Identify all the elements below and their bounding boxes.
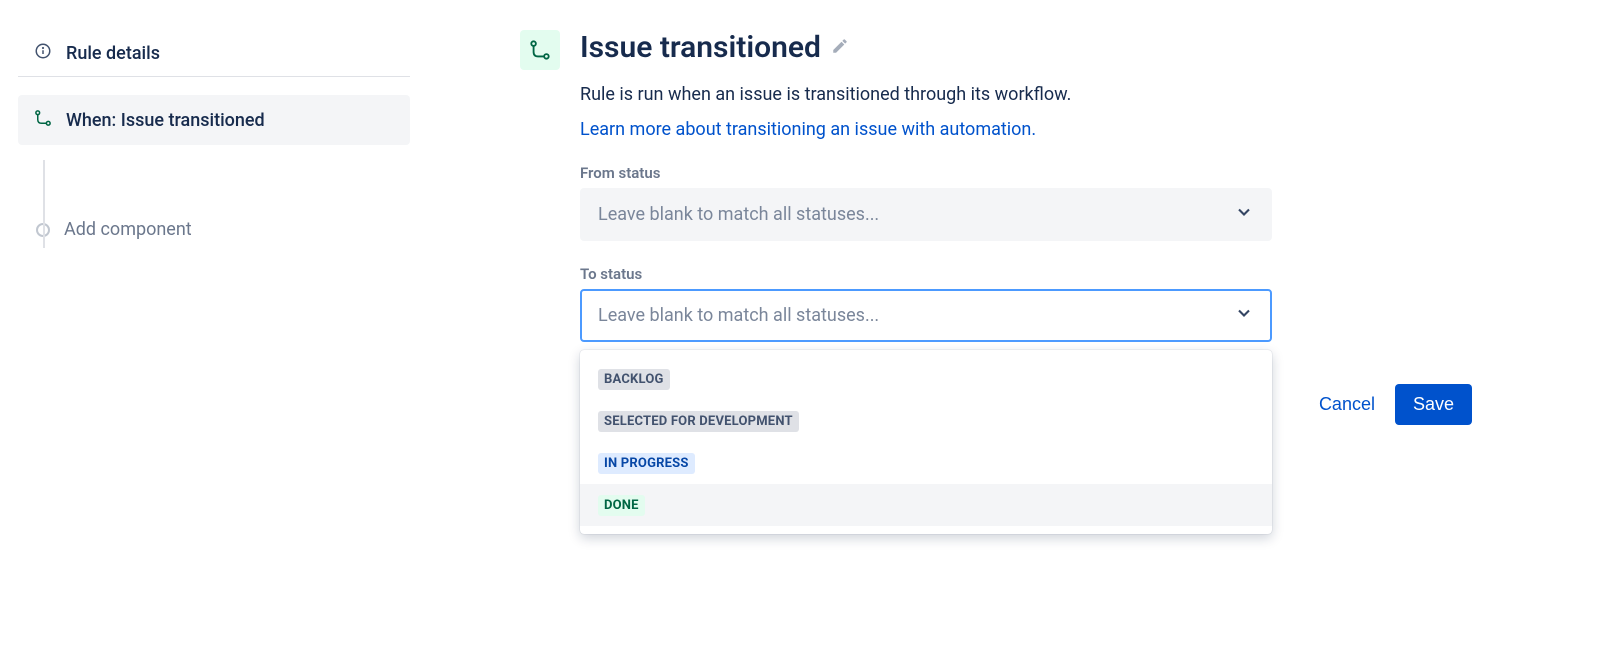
- to-status-dropdown: BACKLOG SELECTED FOR DEVELOPMENT IN PROG…: [580, 350, 1272, 534]
- edit-title-icon[interactable]: [831, 37, 849, 59]
- from-status-placeholder: Leave blank to match all statuses...: [598, 204, 879, 225]
- info-icon: [34, 42, 52, 64]
- chevron-down-icon: [1234, 303, 1254, 328]
- status-lozenge: IN PROGRESS: [598, 453, 695, 474]
- transition-icon: [34, 109, 52, 131]
- trigger-description: Rule is run when an issue is transitione…: [580, 84, 1600, 105]
- rule-details-label: Rule details: [66, 43, 160, 64]
- page-title: Issue transitioned: [580, 30, 821, 65]
- from-status-label: From status: [580, 164, 1272, 182]
- trigger-type-icon: [520, 30, 560, 70]
- to-status-select[interactable]: Leave blank to match all statuses...: [580, 289, 1272, 342]
- rule-details-header[interactable]: Rule details: [18, 30, 410, 77]
- status-option-selected-for-development[interactable]: SELECTED FOR DEVELOPMENT: [580, 400, 1272, 442]
- status-lozenge: SELECTED FOR DEVELOPMENT: [598, 411, 799, 432]
- status-lozenge: BACKLOG: [598, 369, 670, 390]
- to-status-label: To status: [580, 265, 1272, 283]
- status-option-done[interactable]: DONE: [580, 484, 1272, 526]
- save-button[interactable]: Save: [1395, 384, 1472, 425]
- from-status-select[interactable]: Leave blank to match all statuses...: [580, 188, 1272, 241]
- status-option-in-progress[interactable]: IN PROGRESS: [580, 442, 1272, 484]
- add-component-label: Add component: [64, 219, 192, 240]
- connector-line: [43, 160, 45, 248]
- to-status-placeholder: Leave blank to match all statuses...: [598, 305, 879, 326]
- status-option-backlog[interactable]: BACKLOG: [580, 358, 1272, 400]
- learn-more-link[interactable]: Learn more about transitioning an issue …: [580, 119, 1036, 140]
- trigger-item[interactable]: When: Issue transitioned: [18, 95, 410, 145]
- add-component-button[interactable]: Add component: [18, 207, 410, 252]
- chevron-down-icon: [1234, 202, 1254, 227]
- status-lozenge: DONE: [598, 495, 645, 516]
- cancel-button[interactable]: Cancel: [1319, 394, 1375, 415]
- trigger-item-label: When: Issue transitioned: [66, 110, 265, 131]
